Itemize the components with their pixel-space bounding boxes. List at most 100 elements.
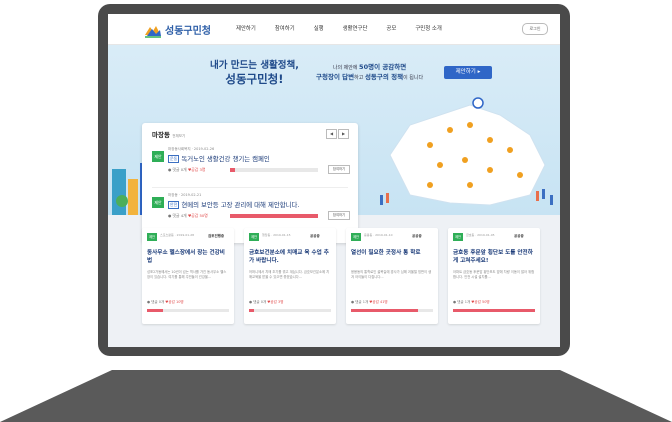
- laptop-base: [0, 370, 672, 422]
- card-comments: ● 댓글 0개: [147, 300, 166, 304]
- card-likes: ♥공감 50명: [471, 300, 490, 304]
- proposal-card[interactable]: 제안 응봉동 · 2019-01-10 공공중 열선이 필요한 곳정사 통 학로…: [346, 228, 438, 324]
- card-title[interactable]: 금호동 후문앞 횡단보 도를 안전하게 고쳐주세요!: [453, 250, 535, 265]
- card-stats: ● 댓글 0개 ♥공감 10명: [147, 300, 184, 305]
- card-status: 공공중: [310, 234, 320, 238]
- hero-sub-pre: 나의 제안에: [332, 65, 360, 71]
- item-badge: 제안: [152, 197, 164, 208]
- item-meta: 마장동 · 2019-02-21: [168, 193, 202, 197]
- card-comments: ● 댓글 1개: [453, 300, 472, 304]
- card-stats: ● 댓글 1개 ♥공감 50명: [453, 300, 490, 305]
- progress-fill: [351, 309, 419, 312]
- item-badge: 제안: [152, 151, 164, 162]
- panel-title: 마장동 전체보기: [152, 129, 185, 139]
- proposal-cards: 제안 스포츠활동 · 2019-01-28 검토진행중 동사무소 헬스장에서 장…: [142, 228, 542, 347]
- card-comments: ● 댓글 0개: [249, 300, 268, 304]
- card-progress-bar: [147, 309, 229, 312]
- logo-text: 성동구민청: [165, 26, 211, 37]
- nav-item-execute[interactable]: 실행: [314, 24, 324, 32]
- card-badge: 제안: [453, 233, 463, 241]
- neighborhood-panel: 마장동 전체보기 ◀ ▶ 제안 마장동사회복지 · 2019-02-26 운동 독…: [142, 123, 358, 243]
- nav-item-about[interactable]: 구민청 소개: [415, 24, 442, 32]
- item-progress-bar: [230, 168, 318, 172]
- item-title-text: 현메의 보안등 고장 관리에 대해 제안합니다.: [181, 201, 300, 209]
- card-progress-bar: [351, 309, 433, 312]
- browser-viewport: 성동구민청 제안하기 참여하기 실행 생활연구단 공모 구민청 소개 로그인 내…: [108, 14, 560, 347]
- propose-button[interactable]: 제안하기 ▸: [444, 66, 492, 79]
- participate-button[interactable]: 참여하기: [328, 165, 350, 174]
- card-status: 공공중: [412, 234, 422, 238]
- item-tag: 운동: [168, 155, 180, 163]
- divider: [152, 187, 348, 188]
- item-progress-bar: [230, 214, 318, 218]
- card-title[interactable]: 금호보건분소에 치매교 육 수업 추가 바랍니다.: [249, 250, 331, 265]
- nav-item-participate[interactable]: 참여하기: [275, 24, 295, 32]
- proposal-card[interactable]: 제안 금호동 · 2019-01-05 공공중 금호동 후문앞 횡단보 도를 안…: [448, 228, 540, 324]
- card-progress-bar: [249, 309, 331, 312]
- card-description: 응봉동의 통학로인 골목길에 경사가 심해 겨울철 빙판이 생겨 아이들이 다칩…: [351, 270, 432, 279]
- card-badge: 제안: [351, 233, 361, 241]
- hero-sub-bold: 50명이 공감하면: [359, 63, 407, 71]
- item-tag: 안전: [168, 201, 180, 209]
- panel-view-all[interactable]: 전체보기: [172, 134, 185, 138]
- card-meta: 금호동 · 2019-01-05: [466, 233, 495, 237]
- progress-fill: [230, 214, 318, 218]
- hero-sub-mid: 하고: [354, 75, 365, 81]
- card-likes: ♥공감 3명: [267, 300, 284, 304]
- main-nav: 제안하기 참여하기 실행 생활연구단 공모 구민청 소개: [236, 24, 461, 32]
- item-comments: ● 댓글 0개: [168, 167, 188, 172]
- hero-sub-bold2: 구청장이 답변: [316, 73, 355, 81]
- card-meta: 행당동 · 2019-01-15: [262, 233, 291, 237]
- list-item[interactable]: 제안 마장동사회복지 · 2019-02-26 운동 독거노인 생활건강 챙기는 …: [152, 143, 350, 189]
- nav-item-contest[interactable]: 공모: [386, 24, 396, 32]
- item-meta: 마장동사회복지 · 2019-02-26: [168, 147, 215, 151]
- card-comments: ● 댓글 1개: [351, 300, 370, 304]
- card-meta: 응봉동 · 2019-01-10: [364, 233, 393, 237]
- hero-sub-bold3: 성동구의 정책: [364, 73, 404, 81]
- hero-title-line1: 내가 만드는 생활정책,: [210, 60, 299, 71]
- card-stats: ● 댓글 1개 ♥공감 41명: [351, 300, 388, 305]
- card-title[interactable]: 열선이 필요한 곳정사 통 학로: [351, 250, 433, 258]
- prev-arrow-icon[interactable]: ◀: [326, 129, 337, 139]
- card-badge: 제안: [147, 233, 157, 241]
- card-description: 어머니께서 치매 초기를 겪고 계십니다. 금호보건분소에 치매교육을 받을 수…: [249, 270, 330, 279]
- hero-banner: 내가 만드는 생활정책, 성동구민청! 나의 제안에 50명이 공감하면 구청장…: [108, 45, 560, 243]
- proposal-card[interactable]: 제안 행당동 · 2019-01-15 공공중 금호보건분소에 치매교 육 수업…: [244, 228, 336, 324]
- site-logo[interactable]: 성동구민청: [144, 22, 211, 38]
- card-likes: ♥공감 41명: [369, 300, 388, 304]
- card-likes: ♥공감 10명: [165, 300, 184, 304]
- card-title[interactable]: 동사무소 헬스장에서 장는 건강비법: [147, 250, 229, 265]
- item-stats: ● 댓글 0개 ♥공감 3명: [168, 167, 205, 173]
- card-badge: 제안: [249, 233, 259, 241]
- panel-title-text: 마장동: [152, 131, 170, 139]
- item-title-text: 독거노인 생활건강 챙기는 캠페인: [181, 155, 270, 163]
- proposal-card[interactable]: 제안 스포츠활동 · 2019-01-28 검토진행중 동사무소 헬스장에서 장…: [142, 228, 234, 324]
- logo-mark-icon: [144, 23, 162, 38]
- progress-fill: [147, 309, 164, 312]
- site-header: 성동구민청 제안하기 참여하기 실행 생활연구단 공모 구민청 소개 로그인: [108, 14, 560, 45]
- item-title[interactable]: 안전 현메의 보안등 고장 관리에 대해 제안합니다.: [168, 200, 299, 209]
- nav-item-propose[interactable]: 제안하기: [236, 24, 256, 32]
- next-arrow-icon[interactable]: ▶: [338, 129, 349, 139]
- district-map-illustration: [380, 97, 553, 206]
- item-stats: ● 댓글 4개 ♥공감 50명: [168, 213, 208, 219]
- card-stats: ● 댓글 0개 ♥공감 3명: [249, 300, 283, 305]
- item-likes: ♥공감 3명: [187, 167, 206, 172]
- login-button[interactable]: 로그인: [522, 23, 548, 35]
- card-description: 성포2가동에서는 10년이 넘는 역사를 가진 동사무소 헬스장이 있습니다. …: [147, 270, 227, 279]
- hero-title-line2: 성동구민청!: [225, 72, 284, 86]
- card-status: 검토진행중: [208, 234, 225, 238]
- progress-fill: [230, 168, 236, 172]
- hero-sub-post: 이 됩니다: [403, 75, 424, 81]
- card-progress-bar: [453, 309, 535, 312]
- card-meta: 스포츠활동 · 2019-01-28: [160, 233, 195, 237]
- card-description: 아파트 금호동 후문앞 횡단보도 앞에 차량 이동이 많아 위험합니다. 안전 …: [453, 270, 535, 279]
- participate-button[interactable]: 참여하기: [328, 211, 350, 220]
- progress-fill: [249, 309, 254, 312]
- hero-subtitle: 나의 제안에 50명이 공감하면 구청장이 답변하고 성동구의 정책이 됩니다: [316, 63, 423, 83]
- card-status: 공공중: [514, 234, 524, 238]
- item-title[interactable]: 운동 독거노인 생활건강 챙기는 캠페인: [168, 154, 270, 163]
- item-likes: ♥공감 50명: [187, 213, 208, 218]
- nav-item-research[interactable]: 생활연구단: [343, 24, 368, 32]
- hero-title: 내가 만드는 생활정책, 성동구민청!: [210, 57, 299, 87]
